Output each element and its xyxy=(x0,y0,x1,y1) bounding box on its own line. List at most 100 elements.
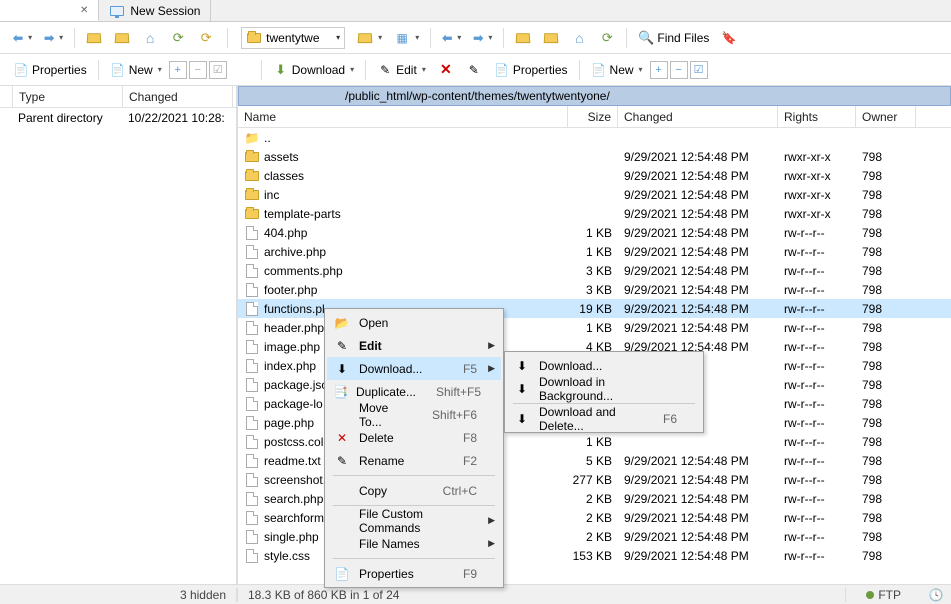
remote-check-button[interactable]: ☑ xyxy=(690,61,708,79)
cell-rights: rw-r--r-- xyxy=(778,435,856,449)
cell-owner: 798 xyxy=(856,302,916,316)
close-icon[interactable]: ✕ xyxy=(80,5,88,16)
parent-folder-button[interactable] xyxy=(81,26,107,50)
cell-changed: 9/29/2021 12:54:48 PM xyxy=(618,264,778,278)
new-session-tab[interactable]: New Session xyxy=(99,0,211,21)
file-icon xyxy=(244,548,260,564)
remote-home-button[interactable]: ⌂ xyxy=(566,26,592,50)
remote-filter-button[interactable]: ▦▾ xyxy=(389,26,424,50)
cell-size: 3 KB xyxy=(568,264,618,278)
col-owner[interactable]: Owner xyxy=(856,106,916,127)
table-row[interactable]: inc9/29/2021 12:54:48 PMrwxr-xr-x798 xyxy=(238,185,951,204)
table-row[interactable]: template-parts9/29/2021 12:54:48 PMrwxr-… xyxy=(238,204,951,223)
open-icon: 📂 xyxy=(333,316,351,330)
cell-rights: rw-r--r-- xyxy=(778,397,856,411)
cell-size: 3 KB xyxy=(568,283,618,297)
cell-size: 2 KB xyxy=(568,530,618,544)
table-row[interactable]: comments.php3 KB9/29/2021 12:54:48 PMrw-… xyxy=(238,261,951,280)
home-button[interactable]: ⌂ xyxy=(137,26,163,50)
local-minus-button[interactable]: − xyxy=(189,61,207,79)
remote-arrow-left-button[interactable]: ⬅▾ xyxy=(437,26,466,50)
local-plus-button[interactable]: + xyxy=(169,61,187,79)
sync-button[interactable]: ⟳ xyxy=(193,26,219,50)
cell-rights: rw-r--r-- xyxy=(778,511,856,525)
cell-changed: 9/29/2021 12:54:48 PM xyxy=(618,530,778,544)
cell-changed: 9/29/2021 12:54:48 PM xyxy=(618,169,778,183)
refresh-button[interactable]: ⟳ xyxy=(165,26,191,50)
col-name[interactable]: Name xyxy=(238,106,568,127)
edit-button[interactable]: ✎Edit▾ xyxy=(372,58,431,82)
col-rights[interactable]: Rights xyxy=(778,106,856,127)
menu-custom-commands[interactable]: File Custom Commands▶ xyxy=(327,509,501,532)
remote-open-button[interactable]: ▾ xyxy=(352,26,387,50)
menu-delete[interactable]: ✕DeleteF8 xyxy=(327,426,501,449)
remote-properties-button[interactable]: 📄Properties xyxy=(489,58,573,82)
remote-new-button[interactable]: 📄New▾ xyxy=(586,58,648,82)
cell-changed: 9/29/2021 12:54:48 PM xyxy=(618,454,778,468)
remote-minus-button[interactable]: − xyxy=(670,61,688,79)
status-clock-icon[interactable]: 🕓 xyxy=(921,588,951,602)
cell-size: 1 KB xyxy=(568,321,618,335)
menu-copy[interactable]: CopyCtrl+C xyxy=(327,479,501,502)
table-row[interactable]: classes9/29/2021 12:54:48 PMrwxr-xr-x798 xyxy=(238,166,951,185)
remote-folder-combo[interactable]: ▾ xyxy=(236,26,350,50)
arrow-right-button[interactable]: ➡▾ xyxy=(39,26,68,50)
find-files-button[interactable]: 🔍Find Files xyxy=(633,26,714,50)
download-button[interactable]: ⬇Download▾ xyxy=(268,58,359,82)
session-tab-current[interactable]: ✕ xyxy=(0,0,99,21)
col-local-type[interactable]: Type xyxy=(13,86,123,107)
remote-root-button[interactable] xyxy=(538,26,564,50)
navigation-toolbar: ⬅▾ ➡▾ ⌂ ⟳ ⟳ ▾ ▾ ▦▾ ⬅▾ ➡▾ ⌂ ⟳ 🔍Find Files… xyxy=(0,22,951,54)
menu-download[interactable]: ⬇Download...F5▶ xyxy=(327,357,501,380)
remote-refresh-button[interactable]: ⟳ xyxy=(594,26,620,50)
parent-dir-row[interactable]: 📁.. xyxy=(238,128,951,147)
bookmark-button[interactable]: 🔖 xyxy=(716,26,742,50)
download-label: Download xyxy=(292,63,345,77)
menu-open[interactable]: 📂Open xyxy=(327,311,501,334)
cell-rights: rw-r--r-- xyxy=(778,283,856,297)
file-icon xyxy=(244,358,260,374)
cell-rights: rw-r--r-- xyxy=(778,359,856,373)
cell-rights: rw-r--r-- xyxy=(778,473,856,487)
arrow-left-button[interactable]: ⬅▾ xyxy=(8,26,37,50)
list-item[interactable]: Parent directory 10/22/2021 10:28: xyxy=(0,108,236,127)
submenu-download-background[interactable]: ⬇Download in Background... xyxy=(507,377,701,400)
cell-owner: 798 xyxy=(856,245,916,259)
menu-separator xyxy=(333,558,495,559)
menu-properties[interactable]: 📄PropertiesF9 xyxy=(327,562,501,585)
rename-tool-button[interactable]: ✎ xyxy=(461,58,487,82)
table-row[interactable]: assets9/29/2021 12:54:48 PMrwxr-xr-x798 xyxy=(238,147,951,166)
local-list-body[interactable]: Parent directory 10/22/2021 10:28: xyxy=(0,108,236,584)
col-local-changed[interactable]: Changed xyxy=(123,86,233,107)
col-local-name[interactable] xyxy=(0,86,13,107)
remote-plus-button[interactable]: + xyxy=(650,61,668,79)
cell-size: 5 KB xyxy=(568,454,618,468)
col-changed[interactable]: Changed xyxy=(618,106,778,127)
cell-rights: rw-r--r-- xyxy=(778,492,856,506)
status-protocol: FTP xyxy=(845,588,921,602)
menu-edit[interactable]: ✎Edit▶ xyxy=(327,334,501,357)
table-row[interactable]: 404.php1 KB9/29/2021 12:54:48 PMrw-r--r-… xyxy=(238,223,951,242)
submenu-download-delete[interactable]: ⬇Download and Delete...F6 xyxy=(507,407,701,430)
delete-button[interactable]: ✕ xyxy=(433,58,459,82)
menu-rename[interactable]: ✎RenameF2 xyxy=(327,449,501,472)
root-folder-button[interactable] xyxy=(109,26,135,50)
menu-move-to[interactable]: Move To...Shift+F6 xyxy=(327,403,501,426)
col-size[interactable]: Size xyxy=(568,106,618,127)
table-row[interactable]: archive.php1 KB9/29/2021 12:54:48 PMrw-r… xyxy=(238,242,951,261)
remote-arrow-right-button[interactable]: ➡▾ xyxy=(468,26,497,50)
cell-changed: 9/29/2021 12:54:48 PM xyxy=(618,549,778,563)
cell-size: 153 KB xyxy=(568,549,618,563)
menu-duplicate[interactable]: 📑Duplicate...Shift+F5 xyxy=(327,380,501,403)
menu-file-names[interactable]: File Names▶ xyxy=(327,532,501,555)
remote-path-bar[interactable]: /public_html/wp-content/themes/twentytwe… xyxy=(238,86,951,106)
table-row[interactable]: footer.php3 KB9/29/2021 12:54:48 PMrw-r-… xyxy=(238,280,951,299)
local-properties-button[interactable]: 📄Properties xyxy=(8,58,92,82)
remote-folder-input[interactable] xyxy=(266,31,330,45)
remote-parent-button[interactable] xyxy=(510,26,536,50)
local-check-button[interactable]: ☑ xyxy=(209,61,227,79)
cell-type: Parent directory xyxy=(12,111,122,125)
parent-dir-label: .. xyxy=(264,131,271,145)
local-new-button[interactable]: 📄New▾ xyxy=(105,58,167,82)
cell-owner: 798 xyxy=(856,359,916,373)
